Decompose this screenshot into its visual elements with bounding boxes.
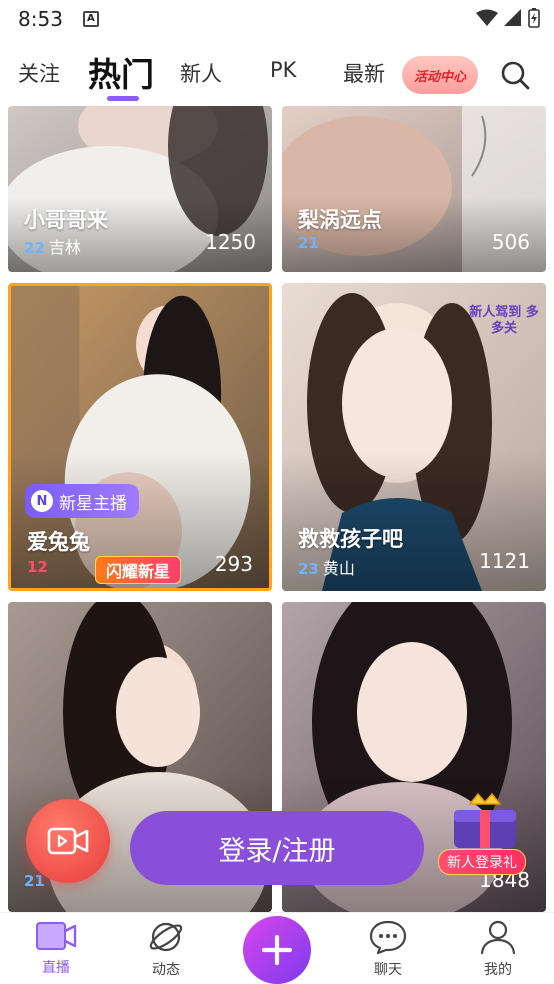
room-meta: 23 黄山 bbox=[298, 555, 355, 579]
tab-pk[interactable]: PK bbox=[270, 58, 296, 82]
plus-icon bbox=[261, 934, 293, 966]
room-meta: 21 bbox=[24, 872, 45, 890]
live-card[interactable]: 梨涡远点 21 506 bbox=[282, 106, 546, 272]
video-camera-icon bbox=[47, 827, 89, 855]
user-level: 21 bbox=[298, 234, 319, 252]
live-card[interactable]: 小哥哥来 22 吉林 1250 bbox=[8, 106, 272, 272]
battery-icon bbox=[528, 8, 540, 28]
planet-icon bbox=[149, 922, 183, 952]
live-video-icon bbox=[36, 922, 77, 950]
signal-icon bbox=[504, 9, 521, 26]
bottom-navigation: 直播 动态 聊天 我的 bbox=[0, 912, 554, 984]
nav-live[interactable]: 直播 bbox=[16, 919, 96, 977]
user-level: 12 bbox=[27, 558, 48, 576]
status-time: 8:53 bbox=[18, 7, 63, 31]
room-meta: 12 bbox=[27, 558, 48, 576]
wifi-icon bbox=[476, 9, 498, 26]
newcomer-gift-label[interactable]: 新人登录礼 bbox=[438, 849, 526, 875]
viewer-count: 1250 bbox=[205, 230, 256, 254]
viewer-count: 293 bbox=[214, 552, 253, 576]
search-icon[interactable] bbox=[498, 58, 532, 92]
chat-bubble-icon bbox=[369, 920, 407, 955]
user-level: 21 bbox=[24, 872, 45, 890]
notification-a-icon: A bbox=[82, 11, 99, 27]
room-title: 梨涡远点 bbox=[298, 208, 382, 232]
nav-label: 聊天 bbox=[374, 962, 402, 978]
create-post-button[interactable] bbox=[243, 916, 311, 984]
live-card[interactable]: N 新星主播 爱兔兔 12 293 闪耀新星 bbox=[8, 283, 272, 591]
user-level: 22 bbox=[24, 239, 45, 257]
new-star-badge: N 新星主播 bbox=[25, 484, 139, 518]
activity-center-button[interactable]: 活动中心 bbox=[402, 56, 478, 94]
active-tab-indicator bbox=[107, 96, 139, 101]
live-card[interactable]: 新人驾到 多多关 救救孩子吧 23 黄山 1121 bbox=[282, 283, 546, 591]
nav-label: 我的 bbox=[484, 962, 512, 978]
tab-newcomer[interactable]: 新人 bbox=[180, 58, 222, 88]
nav-label: 动态 bbox=[152, 962, 180, 978]
nav-profile[interactable]: 我的 bbox=[458, 919, 538, 979]
room-title: 爱兔兔 bbox=[27, 530, 90, 554]
room-meta: 21 bbox=[298, 234, 323, 252]
tab-follow[interactable]: 关注 bbox=[18, 58, 60, 88]
tab-hot[interactable]: 热门 bbox=[88, 48, 154, 96]
nav-chat[interactable]: 聊天 bbox=[348, 919, 428, 979]
shine-star-banner: 闪耀新星 bbox=[95, 556, 182, 584]
room-location: 吉林 bbox=[48, 238, 81, 257]
start-live-record-button[interactable] bbox=[26, 799, 110, 883]
room-title: 小哥哥来 bbox=[24, 208, 108, 232]
n-badge-icon: N bbox=[31, 490, 53, 512]
room-location: 黄山 bbox=[322, 559, 355, 578]
new-star-label: 新星主播 bbox=[59, 493, 127, 514]
nav-label: 直播 bbox=[42, 960, 70, 976]
status-bar: 8:53 A bbox=[0, 0, 554, 38]
login-register-button[interactable]: 登录/注册 bbox=[130, 811, 424, 885]
newcomer-overlay-text: 新人驾到 多多关 bbox=[469, 305, 539, 336]
tab-latest[interactable]: 最新 bbox=[343, 58, 385, 88]
room-title: 救救孩子吧 bbox=[298, 527, 403, 551]
viewer-count: 506 bbox=[491, 230, 530, 254]
nav-feed[interactable]: 动态 bbox=[126, 919, 206, 979]
status-icons bbox=[476, 8, 540, 28]
room-meta: 22 吉林 bbox=[24, 234, 81, 258]
user-level: 23 bbox=[298, 560, 319, 578]
person-icon bbox=[480, 920, 516, 955]
viewer-count: 1121 bbox=[479, 549, 530, 573]
